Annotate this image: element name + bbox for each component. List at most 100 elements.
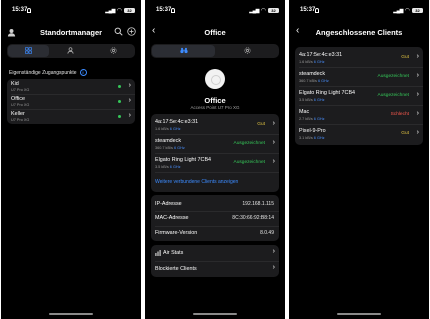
chevron-right-icon: ›: [272, 158, 275, 165]
signal-quality: Ausgezeichnet: [377, 93, 409, 98]
page-title: Angeschlossene Clients: [315, 28, 403, 37]
client-row[interactable]: Elgato Ring Light 7CB4 3.5 kB/s 6 GHz Au…: [295, 87, 423, 105]
section-label: Eigenständige Zugangspunkte i: [9, 69, 87, 76]
chevron-right-icon: ›: [128, 82, 131, 89]
chevron-right-icon: ›: [416, 53, 419, 60]
air-stats-row[interactable]: Air Stats ›: [151, 246, 279, 261]
signal-quality: Gut: [401, 55, 409, 60]
home-indicator: [49, 313, 93, 315]
client-band: 6 GHz: [174, 146, 185, 150]
detail-row: IP-Adresse 192.168.1.115: [151, 198, 279, 211]
battery-indicator: 32: [268, 8, 279, 13]
client-row[interactable]: Mac 2.7 kB/s 6 GHz Schlecht ›: [295, 106, 423, 124]
status-bar: 15:37 ▂▄▆ ◠ 32: [1, 6, 141, 16]
client-rate: 3.5 kB/s: [299, 98, 313, 102]
tab-settings[interactable]: [93, 45, 134, 57]
section-label-text: Eigenständige Zugangspunkte: [9, 69, 77, 76]
signal-icon: ▂▄▆: [249, 8, 259, 14]
client-name: Mac: [299, 109, 310, 115]
nav-bar: ‹ Angeschlossene Clients: [289, 24, 429, 40]
blocked-clients-row[interactable]: Blockierte Clients ›: [151, 262, 279, 277]
ap-name: Kid: [11, 81, 19, 87]
tab-overview[interactable]: [152, 45, 215, 57]
ap-model: U7 Pro XG: [11, 118, 30, 122]
gear-icon: [244, 47, 251, 54]
signal-quality: Ausgezeichnet: [377, 74, 409, 79]
client-name: 4a:17:5e:4c:e3:31: [155, 119, 199, 125]
chevron-right-icon: ›: [416, 91, 419, 98]
client-rate: 3.1 kB/s: [299, 136, 313, 140]
wifi-icon: ◠: [260, 8, 266, 14]
device-details-card: IP-Adresse 192.168.1.115 MAC-Adresse 8C:…: [151, 195, 279, 241]
status-time: 15:37: [156, 7, 172, 13]
screen-connected-clients: 15:37 ▂▄▆ ◠ 32 ‹ Angeschlossene Clients …: [289, 0, 429, 319]
bell-icon: [171, 8, 175, 13]
client-rate: 2.7 kB/s: [299, 117, 313, 121]
screen-device-detail: 15:37 ▂▄▆ ◠ 32 ‹ Office Office Access Po…: [145, 0, 285, 319]
info-icon[interactable]: i: [79, 69, 87, 76]
chart-bars-icon: [155, 250, 161, 256]
signal-quality: Gut: [401, 131, 409, 136]
client-name: Elgato Ring Light 7CB4: [299, 90, 356, 96]
view-segmented-control: [151, 44, 279, 58]
add-icon[interactable]: [127, 27, 136, 36]
ip-address-value: 192.168.1.115: [242, 201, 274, 207]
tab-settings[interactable]: [216, 45, 278, 57]
battery-indicator: 32: [412, 8, 423, 13]
client-row[interactable]: steamdeck 360.7 kB/s 6 GHz Ausgezeichnet…: [151, 136, 279, 152]
client-rate: 1.6 kB/s: [299, 60, 313, 64]
online-indicator: [118, 100, 121, 103]
list-item-ap[interactable]: Kid U7 Pro XG ›: [7, 80, 135, 94]
client-band: 6 GHz: [313, 98, 325, 102]
list-item-ap[interactable]: Office U7 Pro XG ›: [7, 95, 135, 109]
client-band: 6 GHz: [313, 60, 325, 64]
client-row[interactable]: 4a:17:5e:4c:e3:31 1.6 kB/s 6 GHz Gut ›: [151, 117, 279, 133]
wifi-icon: ◠: [404, 8, 410, 14]
client-band: 6 GHz: [169, 165, 181, 169]
client-row[interactable]: Pixel-9-Pro 3.1 kB/s 6 GHz Gut ›: [295, 125, 423, 143]
screen-site-manager: 15:37 ▂▄▆ ◠ 32 Standortmanager Eigenstän…: [1, 0, 141, 319]
actions-card: Air Stats › Blockierte Clients ›: [151, 245, 279, 277]
detail-row: MAC-Adresse 8C:30:66:92:B8:14: [151, 212, 279, 225]
status-time: 15:37: [12, 7, 28, 13]
access-point-image: [205, 69, 225, 89]
client-name: steamdeck: [155, 138, 182, 144]
list-item-ap[interactable]: Keller U7 Pro XG ›: [7, 110, 135, 124]
ap-model: U7 Pro XG: [11, 103, 30, 107]
person-icon: [67, 47, 74, 54]
client-row[interactable]: steamdeck 360.7 kB/s 6 GHz Ausgezeichnet…: [295, 68, 423, 86]
page-title: Office: [204, 28, 226, 37]
connected-clients-card: 4a:17:5e:4c:e3:31 1.6 kB/s 6 GHz Gut › s…: [151, 114, 279, 192]
client-band: 6 GHz: [169, 127, 181, 131]
device-name: Office: [204, 96, 226, 105]
divider: [155, 153, 279, 154]
chevron-right-icon: ›: [272, 264, 275, 271]
signal-quality: Gut: [257, 122, 265, 127]
chevron-right-icon: ›: [416, 110, 419, 117]
client-band: 6 GHz: [313, 117, 325, 121]
air-stats-label: Air Stats: [163, 250, 184, 256]
signal-quality: Schlecht: [390, 112, 409, 117]
detail-label: Firmware-Version: [155, 230, 198, 236]
tab-devices[interactable]: [8, 45, 49, 57]
client-row[interactable]: Elgato Ring Light 7CB4 3.5 kB/s 6 GHz Au…: [151, 155, 279, 171]
chevron-right-icon: ›: [416, 72, 419, 79]
gear-icon: [110, 47, 117, 54]
client-row[interactable]: 4a:17:5e:4c:e3:31 1.6 kB/s 6 GHz Gut ›: [295, 49, 423, 67]
detail-label: MAC-Adresse: [155, 215, 189, 221]
detail-row: Firmware-Version 8.0.49: [151, 227, 279, 240]
divider: [155, 134, 279, 135]
bell-icon: [27, 8, 31, 13]
client-rate: 1.6 kB/s: [155, 127, 169, 131]
signal-icon: ▂▄▆: [105, 8, 115, 14]
client-name: Elgato Ring Light 7CB4: [155, 157, 212, 163]
search-icon[interactable]: [114, 27, 123, 36]
signal-icon: ▂▄▆: [393, 8, 403, 14]
signal-quality: Ausgezeichnet: [233, 160, 265, 165]
tab-clients[interactable]: [50, 45, 91, 57]
client-name: 4a:17:5e:4c:e3:31: [299, 52, 343, 58]
chevron-right-icon: ›: [128, 97, 131, 104]
show-more-clients-link[interactable]: Weitere verbundene Clients anzeigen: [155, 179, 238, 185]
chevron-right-icon: ›: [272, 139, 275, 146]
ap-name: Keller: [11, 111, 25, 117]
